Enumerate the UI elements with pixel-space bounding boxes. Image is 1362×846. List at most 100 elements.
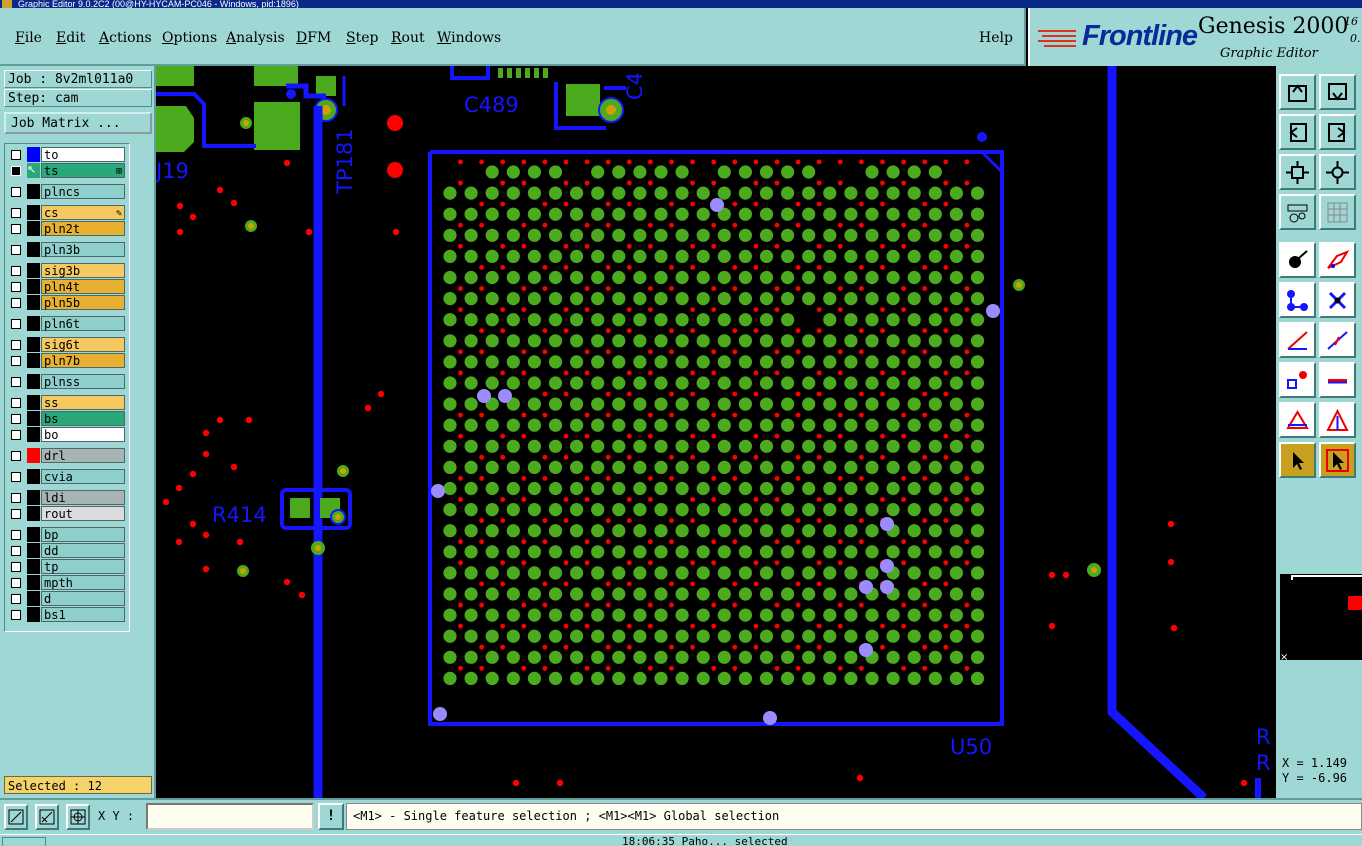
zoom-area-button[interactable] xyxy=(4,804,28,830)
layer-color-swatch[interactable] xyxy=(27,374,40,389)
layer-color-swatch[interactable] xyxy=(27,607,40,622)
menu-analysis[interactable]: Analysis xyxy=(226,30,285,46)
layer-row-rout[interactable]: rout xyxy=(7,506,127,521)
layer-name[interactable]: mpth xyxy=(41,575,125,590)
layer-row-bs1[interactable]: bs1 xyxy=(7,607,127,622)
add-pad-round-button[interactable] xyxy=(1279,362,1316,398)
layer-row-pln5b[interactable]: pln5b xyxy=(7,295,127,310)
layer-row-plnss[interactable]: plnss xyxy=(7,374,127,389)
layer-color-swatch[interactable] xyxy=(27,411,40,426)
menu-help[interactable]: Help xyxy=(979,30,1013,46)
layer-color-swatch[interactable] xyxy=(27,490,40,505)
layer-visibility-checkbox[interactable] xyxy=(11,187,21,197)
layer-color-swatch[interactable] xyxy=(27,353,40,368)
edit-line-button[interactable] xyxy=(1319,322,1356,358)
layer-row-cs[interactable]: cs ✎ xyxy=(7,205,127,220)
zoom-up-button[interactable] xyxy=(1279,74,1316,110)
layer-row-ss[interactable]: ss xyxy=(7,395,127,410)
menu-step[interactable]: Step xyxy=(346,30,378,46)
layer-row-sig3b[interactable]: sig3b xyxy=(7,263,127,278)
layer-row-ts[interactable]: ↖ ts ⊞ xyxy=(7,163,127,178)
layer-color-swatch[interactable] xyxy=(27,448,40,463)
layer-name[interactable]: ldi xyxy=(41,490,125,505)
layer-row-bp[interactable]: bp xyxy=(7,527,127,542)
layer-color-swatch[interactable] xyxy=(27,316,40,331)
layer-name[interactable]: ts ⊞ xyxy=(41,163,125,178)
layer-color-swatch[interactable] xyxy=(27,591,40,606)
layer-visibility-checkbox[interactable] xyxy=(11,340,21,350)
overview-minimap[interactable]: × xyxy=(1280,574,1362,663)
menu-file[interactable]: File xyxy=(15,30,42,46)
layer-name[interactable]: plncs xyxy=(41,184,125,199)
layer-name[interactable]: sig3b xyxy=(41,263,125,278)
layer-name[interactable]: to xyxy=(41,147,125,162)
layer-name[interactable]: cvia xyxy=(41,469,125,484)
layer-name[interactable]: pln5b xyxy=(41,295,125,310)
layer-name[interactable]: pln7b xyxy=(41,353,125,368)
xy-input[interactable] xyxy=(146,803,314,830)
layer-visibility-checkbox[interactable] xyxy=(11,150,21,160)
layer-color-swatch[interactable]: ↖ xyxy=(27,163,40,178)
layer-visibility-checkbox[interactable] xyxy=(11,546,21,556)
layer-visibility-checkbox[interactable] xyxy=(11,266,21,276)
layer-visibility-checkbox[interactable] xyxy=(11,430,21,440)
layer-color-swatch[interactable] xyxy=(27,184,40,199)
layer-visibility-checkbox[interactable] xyxy=(11,298,21,308)
layer-name[interactable]: plnss xyxy=(41,374,125,389)
layer-name[interactable]: bo xyxy=(41,427,125,442)
polygon-edit-button[interactable] xyxy=(1319,402,1356,438)
layer-visibility-checkbox[interactable] xyxy=(11,319,21,329)
execute-button[interactable]: ! xyxy=(318,803,344,830)
layer-name[interactable]: pln2t xyxy=(41,221,125,236)
layer-row-ldi[interactable]: ldi xyxy=(7,490,127,505)
layer-color-swatch[interactable] xyxy=(27,242,40,257)
layer-name[interactable]: sig6t xyxy=(41,337,125,352)
layer-name[interactable]: bp xyxy=(41,527,125,542)
layer-name[interactable]: ss xyxy=(41,395,125,410)
menu-options[interactable]: Options xyxy=(162,30,217,46)
layer-visibility-checkbox[interactable] xyxy=(11,509,21,519)
layer-visibility-checkbox[interactable] xyxy=(11,493,21,503)
layer-color-swatch[interactable] xyxy=(27,295,40,310)
layer-row-pln7b[interactable]: pln7b xyxy=(7,353,127,368)
graphics-canvas[interactable]: C489 C4 J19 TP181 R414 U50 R R xyxy=(156,66,1276,798)
layer-visibility-checkbox[interactable] xyxy=(11,414,21,424)
layer-row-d[interactable]: d xyxy=(7,591,127,606)
layer-visibility-checkbox[interactable] xyxy=(11,166,21,176)
layer-name[interactable]: d xyxy=(41,591,125,606)
layer-color-swatch[interactable] xyxy=(27,395,40,410)
layer-name[interactable]: pln4t xyxy=(41,279,125,294)
layer-name[interactable]: bs xyxy=(41,411,125,426)
layer-color-swatch[interactable] xyxy=(27,147,40,162)
menu-rout[interactable]: Rout xyxy=(391,30,425,46)
menu-actions[interactable]: Actions xyxy=(99,30,152,46)
layer-row-dd[interactable]: dd xyxy=(7,543,127,558)
menu-edit[interactable]: Edit xyxy=(56,30,85,46)
add-polygon-button[interactable] xyxy=(1319,242,1356,278)
pan-left-button[interactable] xyxy=(1279,114,1316,150)
add-pad-button[interactable] xyxy=(1279,242,1316,278)
layer-color-swatch[interactable] xyxy=(27,427,40,442)
layer-visibility-checkbox[interactable] xyxy=(11,208,21,218)
layer-visibility-checkbox[interactable] xyxy=(11,245,21,255)
layer-color-swatch[interactable] xyxy=(27,469,40,484)
zoom-down-button[interactable] xyxy=(1319,74,1356,110)
layer-visibility-checkbox[interactable] xyxy=(11,377,21,387)
layer-visibility-checkbox[interactable] xyxy=(11,562,21,572)
layer-color-swatch[interactable] xyxy=(27,221,40,236)
layer-visibility-checkbox[interactable] xyxy=(11,224,21,234)
snap-settings-button[interactable] xyxy=(1279,194,1316,230)
layer-visibility-checkbox[interactable] xyxy=(11,282,21,292)
layer-name[interactable]: drl xyxy=(41,448,125,463)
layer-name[interactable]: pln3b xyxy=(41,242,125,257)
layer-name[interactable]: dd xyxy=(41,543,125,558)
menu-windows[interactable]: Windows xyxy=(437,30,501,46)
connect-nets-button[interactable] xyxy=(1279,282,1316,318)
layer-row-plncs[interactable]: plncs xyxy=(7,184,127,199)
zoom-center-button[interactable] xyxy=(1319,154,1356,190)
layer-row-tp[interactable]: tp xyxy=(7,559,127,574)
layer-color-swatch[interactable] xyxy=(27,263,40,278)
layer-row-bs[interactable]: bs xyxy=(7,411,127,426)
layer-row-mpth[interactable]: mpth xyxy=(7,575,127,590)
layer-row-bo[interactable]: bo xyxy=(7,427,127,442)
